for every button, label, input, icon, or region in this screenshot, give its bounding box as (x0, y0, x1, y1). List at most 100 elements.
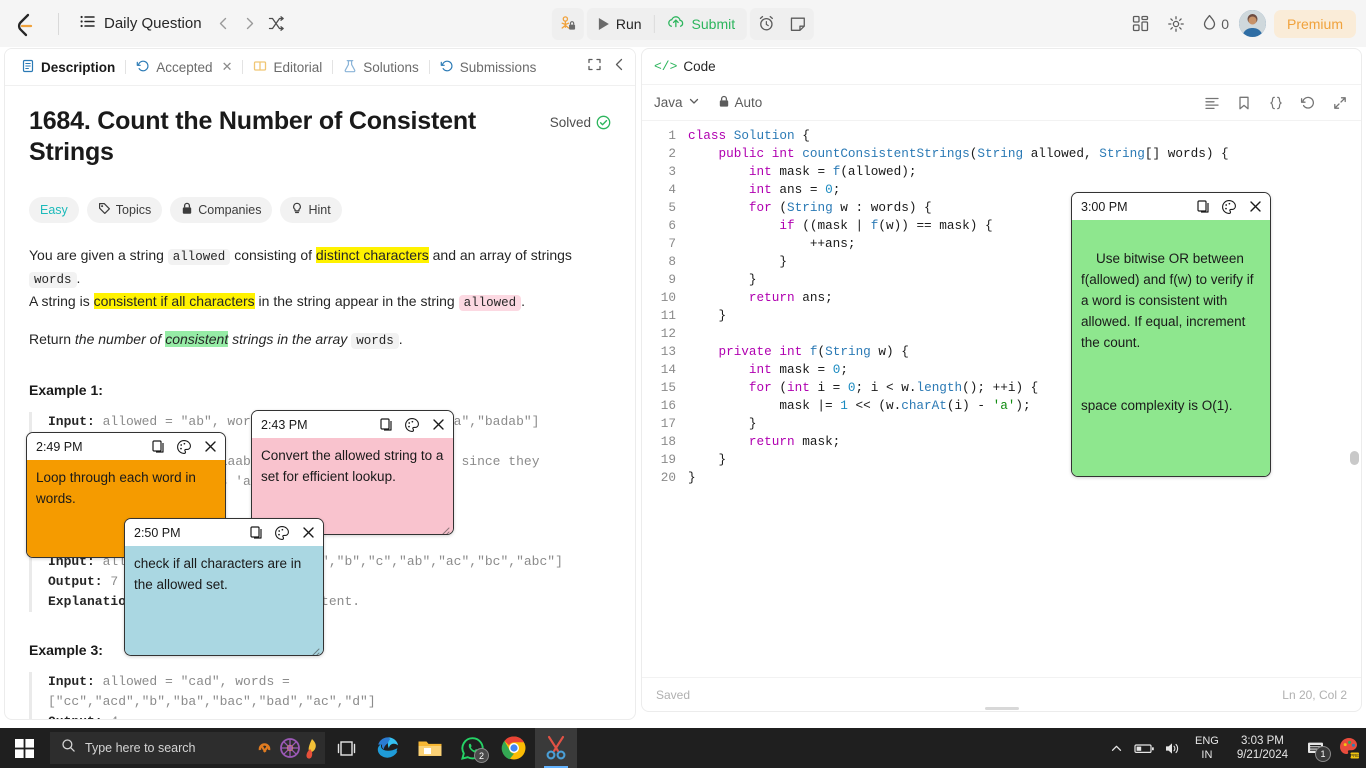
run-label: Run (615, 15, 642, 32)
close-icon[interactable] (202, 439, 218, 455)
editor-vertical-scrollbar[interactable] (1350, 451, 1359, 465)
close-icon[interactable] (1247, 199, 1263, 215)
language-indicator[interactable]: ENG IN (1187, 734, 1227, 762)
hint-chip[interactable]: Hint (280, 196, 342, 223)
battery-icon[interactable] (1131, 728, 1159, 768)
bookmark-icon[interactable] (1235, 94, 1253, 112)
copy-icon[interactable] (248, 525, 264, 541)
close-icon[interactable]: ✕ (222, 59, 233, 75)
sticky-note-green[interactable]: 3:00 PM Use bitwise OR between f(allowed… (1071, 192, 1271, 477)
example-3-block: Input: allowed = "cad", words = ["cc","a… (29, 671, 611, 719)
palette-icon[interactable] (404, 417, 420, 433)
companies-chip[interactable]: Companies (170, 196, 273, 223)
svg-text:PRE: PRE (1350, 753, 1359, 758)
sticky-note-pink[interactable]: 2:43 PM Convert the allowed string to a … (251, 410, 454, 535)
palette-icon[interactable] (1221, 199, 1237, 215)
auto-lock-toggle[interactable]: Auto (718, 95, 762, 111)
note-header[interactable]: 3:00 PM (1072, 193, 1270, 220)
chrome-icon[interactable] (493, 728, 535, 768)
note-resize-grip[interactable] (1256, 463, 1267, 474)
language-selector[interactable]: Java (654, 95, 700, 110)
whatsapp-icon[interactable]: 2 (451, 728, 493, 768)
document-icon (21, 59, 35, 76)
code-line[interactable]: 3 int mask = f(allowed); (642, 163, 1361, 181)
premium-button[interactable]: Premium (1273, 9, 1356, 38)
collapse-panel-icon[interactable] (612, 57, 627, 77)
tab-accepted[interactable]: Accepted ✕ (128, 55, 240, 80)
clock[interactable]: 3:03 PM 9/21/2024 (1227, 734, 1298, 762)
next-question-button[interactable] (238, 12, 262, 36)
task-view-icon[interactable] (325, 728, 367, 768)
search-icon (61, 738, 76, 758)
tab-description-label: Description (41, 59, 116, 75)
gear-icon[interactable] (1160, 8, 1192, 40)
code-text: return ans; (748, 290, 833, 305)
line-number: 1 (668, 128, 676, 143)
code-line[interactable]: 1 class Solution { (642, 127, 1361, 145)
copy-icon[interactable] (378, 417, 394, 433)
title-row: 1684. Count the Number of Consistent Str… (29, 106, 611, 169)
tab-solutions[interactable]: Solutions (335, 55, 427, 80)
inline-code-allowed: allowed (167, 248, 231, 265)
note-resize-grip[interactable] (309, 642, 320, 655)
alarm-clock-icon[interactable] (750, 8, 782, 40)
tab-description[interactable]: Description (13, 55, 123, 80)
note-body[interactable]: check if all characters are in the allow… (125, 546, 323, 655)
note-resize-grip[interactable] (439, 521, 450, 534)
bug-lock-icon[interactable] (552, 8, 584, 40)
submit-button[interactable]: Submit (655, 8, 748, 40)
format-lines-icon[interactable] (1203, 94, 1221, 112)
shuffle-icon[interactable] (264, 12, 290, 36)
copy-icon[interactable] (150, 439, 166, 455)
line-number: 4 (668, 182, 676, 197)
pre-app-icon[interactable]: PRE (1332, 728, 1366, 768)
note-header[interactable]: 2:50 PM (125, 519, 323, 546)
page-title: 1684. Count the Number of Consistent Str… (29, 107, 477, 167)
edge-icon[interactable] (367, 728, 409, 768)
difficulty-chip[interactable]: Easy (29, 196, 79, 223)
grid-apps-icon[interactable] (1124, 8, 1156, 40)
code-text: } (688, 308, 727, 323)
note-icon[interactable] (782, 8, 814, 40)
lightbulb-icon (291, 202, 303, 218)
note-header[interactable]: 2:49 PM (27, 433, 225, 460)
leetcode-logo-icon[interactable] (12, 11, 38, 37)
search-input[interactable]: Type here to search (50, 732, 325, 764)
chevron-up-icon[interactable] (1103, 728, 1131, 768)
palette-icon[interactable] (274, 525, 290, 541)
text: in the string appear in the string (254, 292, 459, 309)
palette-icon[interactable] (176, 439, 192, 455)
prev-question-button[interactable] (212, 12, 236, 36)
reset-undo-icon[interactable] (1299, 94, 1317, 112)
volume-icon[interactable] (1159, 728, 1187, 768)
close-icon[interactable] (430, 417, 446, 433)
daily-question-menu[interactable]: Daily Question (71, 9, 210, 39)
close-icon[interactable] (300, 525, 316, 541)
tab-editorial[interactable]: Editorial (245, 55, 330, 80)
windows-start-icon[interactable] (0, 728, 48, 768)
code-text: int mask = f(allowed); (748, 164, 917, 179)
streak-counter[interactable]: 0 (1196, 8, 1235, 40)
run-button[interactable]: Run (587, 8, 654, 40)
curly-braces-icon[interactable] (1267, 94, 1285, 112)
note-header[interactable]: 2:43 PM (252, 411, 453, 438)
code-text: if ((mask | f(w)) == mask) { (779, 218, 993, 233)
line-number: 11 (660, 308, 676, 323)
panel-resize-handle[interactable] (984, 707, 1019, 710)
tabbar-actions (587, 57, 627, 77)
snipping-tool-icon[interactable] (535, 728, 577, 768)
topics-chip[interactable]: Topics (86, 196, 163, 223)
avatar[interactable] (1238, 10, 1266, 37)
tab-submissions[interactable]: Submissions (432, 55, 545, 80)
fullscreen-icon[interactable] (587, 57, 602, 77)
expand-diagonal-icon[interactable] (1331, 94, 1349, 112)
notification-icon[interactable]: 1 (1298, 728, 1332, 768)
note-body[interactable]: Use bitwise OR between f(allowed) and f(… (1072, 220, 1270, 476)
copy-icon[interactable] (1195, 199, 1211, 215)
language-label: Java (654, 95, 683, 110)
output-value: 7 (102, 573, 119, 589)
sticky-note-blue[interactable]: 2:50 PM check if all characters are in t… (124, 518, 324, 656)
file-explorer-icon[interactable] (409, 728, 451, 768)
code-line[interactable]: 2 public int countConsistentStrings(Stri… (642, 145, 1361, 163)
tab-code[interactable]: </> Code (654, 59, 716, 74)
